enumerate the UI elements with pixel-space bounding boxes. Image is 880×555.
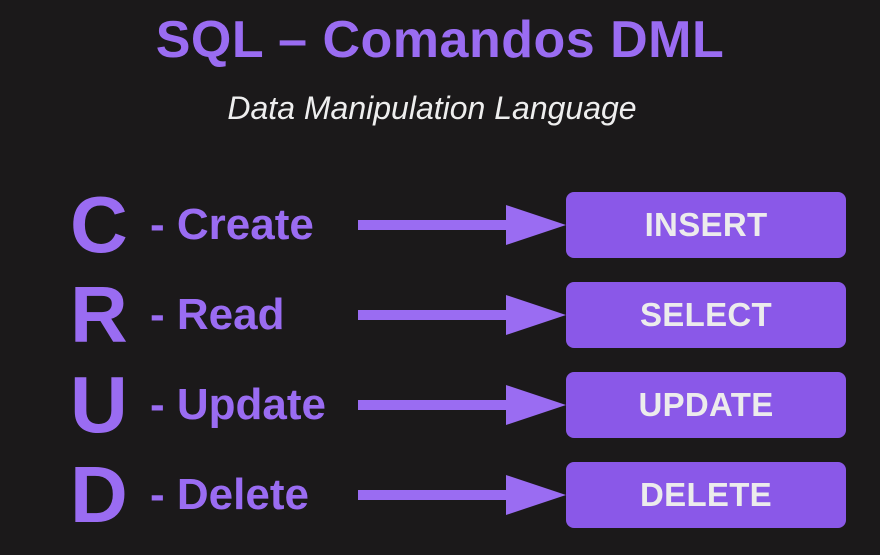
page-title: SQL – Comandos DML xyxy=(155,11,725,69)
right-arrow-icon xyxy=(358,385,566,425)
crud-row-read: R - Read SELECT xyxy=(0,270,880,360)
crud-row-create: C - Create INSERT xyxy=(0,180,880,270)
command-box-insert: INSERT xyxy=(566,192,846,258)
page-subtitle: Data Manipulation Language xyxy=(227,90,637,126)
crud-word: - Update xyxy=(150,380,326,429)
crud-word: - Read xyxy=(150,290,285,339)
command-box-update: UPDATE xyxy=(566,372,846,438)
right-arrow-icon xyxy=(358,205,566,245)
crud-word: - Create xyxy=(150,200,314,249)
right-arrow-icon xyxy=(358,475,566,515)
command-box-select: SELECT xyxy=(566,282,846,348)
command-box-delete: DELETE xyxy=(566,462,846,528)
crud-word: - Delete xyxy=(150,470,309,519)
crud-row-update: U - Update UPDATE xyxy=(0,360,880,450)
crud-letter: U xyxy=(70,360,128,449)
crud-letter: C xyxy=(70,180,128,269)
right-arrow-icon xyxy=(358,295,566,335)
crud-letter: D xyxy=(70,450,128,539)
crud-letter: R xyxy=(70,270,128,359)
crud-row-delete: D - Delete DELETE xyxy=(0,450,880,540)
